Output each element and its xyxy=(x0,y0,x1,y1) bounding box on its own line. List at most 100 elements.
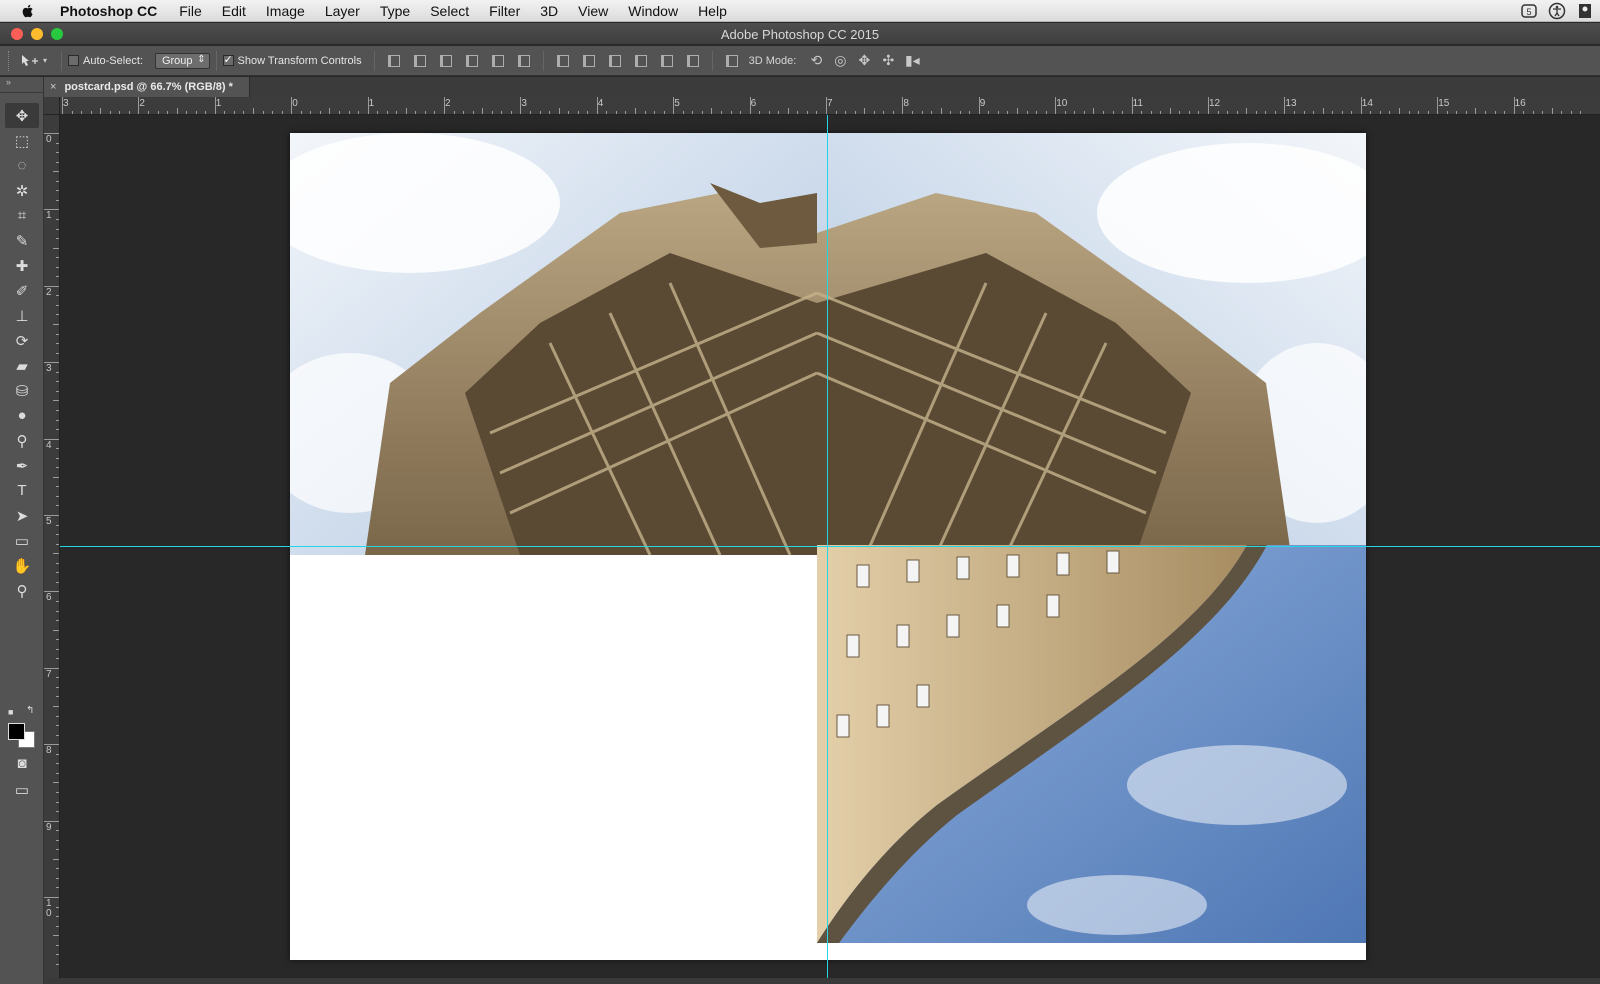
dodge-icon[interactable]: ⚲ xyxy=(5,428,39,453)
document-tab[interactable]: × postcard.psd @ 66.7% (RGB/8) * xyxy=(44,77,250,97)
horizontal-ruler[interactable]: 3 2 1 0 1 2 3 4 5 6 7 8 9 10 11 12 13 14 15 16 xyxy=(60,97,1600,115)
screen-mode-icon[interactable]: ▭ xyxy=(5,777,39,802)
ruler-h-label: 16 xyxy=(1514,98,1526,109)
zoom-icon[interactable]: ⚲ xyxy=(5,578,39,603)
3d-slide-icon[interactable]: ✣ xyxy=(877,51,899,71)
ruler-h-label: 8 xyxy=(903,98,909,109)
ruler-h-label: 10 xyxy=(1056,98,1068,109)
menu-layer[interactable]: Layer xyxy=(315,0,370,22)
menu-type[interactable]: Type xyxy=(370,0,420,22)
tool-preset-picker[interactable]: ▾ xyxy=(20,54,47,68)
distribute-left-edges-icon[interactable] xyxy=(630,51,652,71)
distribute-top-edges-icon[interactable] xyxy=(552,51,574,71)
ruler-h-label: 13 xyxy=(1285,98,1297,109)
3d-roll-icon[interactable]: ◎ xyxy=(829,51,851,71)
auto-align-layers-icon[interactable] xyxy=(721,51,743,71)
3d-scale-icon[interactable]: ▮◂ xyxy=(901,51,923,71)
ruler-h-tick xyxy=(367,97,369,114)
menu-3d[interactable]: 3D xyxy=(530,0,568,22)
swap-colors-icon[interactable]: ↰ xyxy=(26,705,34,716)
default-colors-icon[interactable]: ■ xyxy=(8,707,13,717)
ruler-h-label: 15 xyxy=(1438,98,1450,109)
ruler-h-label: 9 xyxy=(979,98,986,109)
paint-bucket-icon[interactable]: ⛁ xyxy=(5,378,39,403)
foreground-color-swatch[interactable] xyxy=(8,723,25,740)
eraser-icon[interactable]: ▰ xyxy=(5,353,39,378)
type-icon[interactable]: T xyxy=(5,478,39,503)
3d-pan-icon[interactable]: ✥ xyxy=(853,51,875,71)
distribute-right-edges-icon[interactable] xyxy=(682,51,704,71)
divider xyxy=(373,50,375,71)
show-transform-controls-checkbox[interactable]: Show Transform Controls xyxy=(222,53,362,67)
pen-icon[interactable]: ✒ xyxy=(5,453,39,478)
align-bottom-edges-icon[interactable] xyxy=(435,51,457,71)
ruler-v-minor-tick xyxy=(53,706,59,707)
magic-wand-icon[interactable]: ✲ xyxy=(5,178,39,203)
tools-panel-collapse-icon[interactable]: » xyxy=(0,77,43,93)
rectangle-icon[interactable]: ▭ xyxy=(5,528,39,553)
auto-select-checkbox[interactable]: Auto-Select: xyxy=(68,55,143,67)
user-icon[interactable] xyxy=(1576,2,1594,20)
menu-select[interactable]: Select xyxy=(420,0,479,22)
distribute-horizontal-centers-icon[interactable] xyxy=(656,51,678,71)
ruler-h-tick xyxy=(1437,97,1439,114)
menu-window[interactable]: Window xyxy=(618,0,688,22)
lasso-icon[interactable]: ◌ xyxy=(5,153,39,178)
clone-stamp-icon[interactable]: ⊥ xyxy=(5,303,39,328)
menu-help[interactable]: Help xyxy=(688,0,737,22)
ruler-v-tick xyxy=(44,362,59,364)
ruler-h-minor-tick xyxy=(100,108,102,114)
vertical-guide[interactable] xyxy=(827,115,828,984)
crescent-photo[interactable] xyxy=(817,545,1366,943)
distribute-bottom-edges-icon[interactable] xyxy=(604,51,626,71)
horizontal-guide[interactable] xyxy=(60,546,1600,547)
ruler-h-label: 0 xyxy=(292,98,298,109)
menu-edit[interactable]: Edit xyxy=(212,0,256,22)
ruler-v-tick xyxy=(44,591,59,593)
vertical-ruler[interactable]: 0 1 2 3 4 5 6 7 8 9 1 0 xyxy=(44,115,60,984)
blur-icon[interactable]: ● xyxy=(5,403,39,428)
eyedropper-icon[interactable]: ✎ xyxy=(5,228,39,253)
history-brush-icon[interactable]: ⟳ xyxy=(5,328,39,353)
adobe-cc-icon[interactable]: 5 xyxy=(1520,2,1538,20)
close-document-icon[interactable]: × xyxy=(50,81,56,93)
brush-icon[interactable]: ✐ xyxy=(5,278,39,303)
quick-mask-icon[interactable]: ◙ xyxy=(5,751,39,776)
ruler-v-tick xyxy=(44,438,59,440)
ruler-origin[interactable] xyxy=(44,97,60,115)
menu-image[interactable]: Image xyxy=(256,0,315,22)
options-bar: ▾ Auto-Select: Group Show Transform Cont… xyxy=(0,46,1600,76)
menu-app-name[interactable]: Photoshop CC xyxy=(50,0,169,22)
ruler-v-tick xyxy=(44,515,59,516)
crop-icon[interactable]: ⌗ xyxy=(5,203,39,228)
align-left-edges-icon[interactable] xyxy=(461,51,483,71)
options-bar-grip[interactable] xyxy=(8,50,14,71)
ruler-v-minor-tick xyxy=(53,629,59,631)
move-icon[interactable]: ✥ xyxy=(5,103,39,128)
menu-filter[interactable]: Filter xyxy=(479,0,530,22)
auto-select-target-dropdown[interactable]: Group xyxy=(154,52,210,69)
menu-extras: 5 xyxy=(1520,2,1594,20)
cathedral-photo-left[interactable] xyxy=(290,133,817,555)
marquee-icon[interactable]: ⬚ xyxy=(5,128,39,153)
align-right-edges-icon[interactable] xyxy=(513,51,535,71)
hand-icon[interactable]: ✋ xyxy=(5,553,39,578)
menu-view[interactable]: View xyxy=(568,0,618,22)
align-vertical-centers-icon[interactable] xyxy=(409,51,431,71)
show-transform-checkbox-box[interactable] xyxy=(222,53,234,66)
align-top-edges-icon[interactable] xyxy=(383,51,405,71)
healing-brush-icon[interactable]: ✚ xyxy=(5,253,39,278)
3d-rotate-icon[interactable]: ⟲ xyxy=(805,51,827,71)
cathedral-photo-right[interactable] xyxy=(817,133,1366,555)
ruler-v-label: 5 xyxy=(46,516,52,527)
menu-file[interactable]: File xyxy=(169,0,212,22)
accessibility-icon[interactable] xyxy=(1548,2,1566,20)
auto-select-checkbox-box[interactable] xyxy=(68,55,80,66)
path-selection-icon[interactable]: ➤ xyxy=(5,503,39,528)
ruler-v-tick xyxy=(44,285,59,287)
canvas-area[interactable] xyxy=(60,115,1600,984)
align-horizontal-centers-icon[interactable] xyxy=(487,51,509,71)
distribute-vertical-centers-icon[interactable] xyxy=(578,51,600,71)
apple-logo-icon[interactable] xyxy=(20,3,36,19)
ruler-v-label: 8 xyxy=(46,745,52,757)
